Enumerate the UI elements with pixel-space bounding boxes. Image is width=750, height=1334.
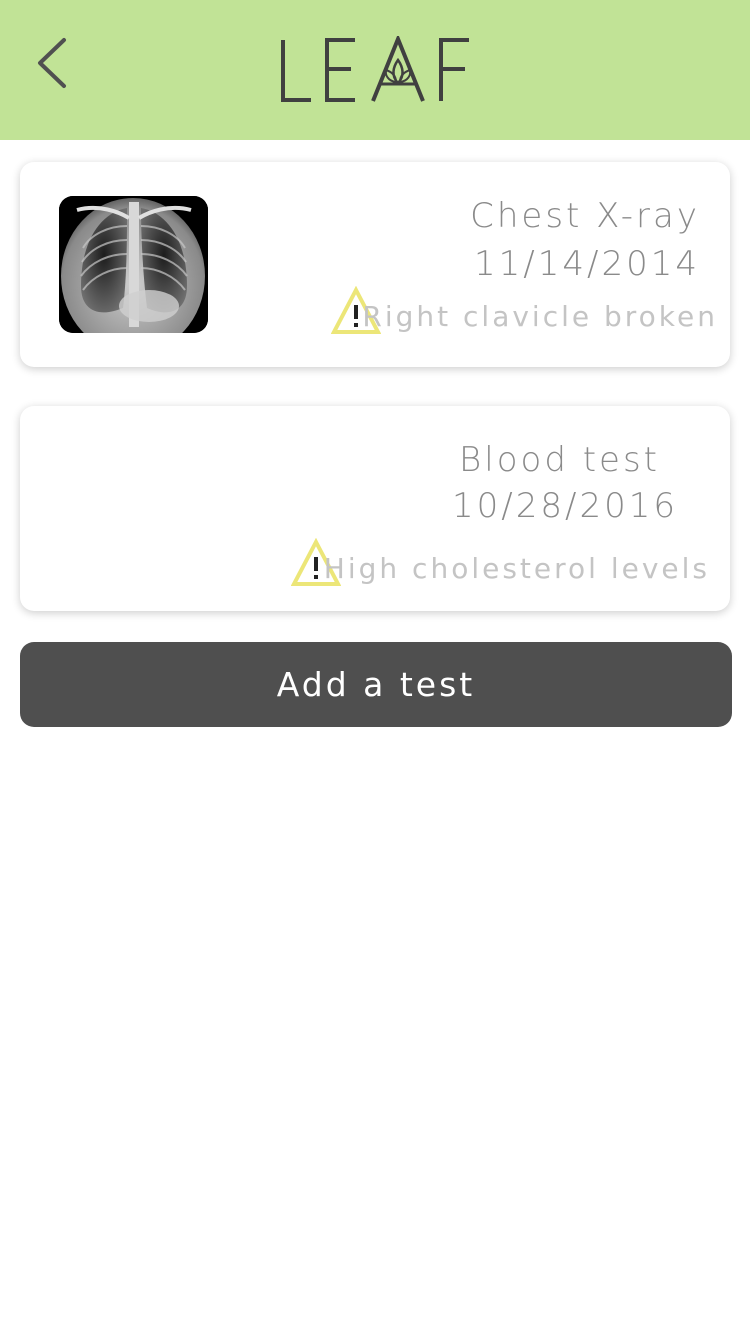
- add-test-button[interactable]: Add a test: [20, 642, 732, 727]
- test-alert: High cholesterol levels: [323, 552, 710, 585]
- test-name: Blood test: [459, 440, 660, 480]
- test-date: 10/28/2016: [452, 486, 678, 526]
- test-name: Chest X-ray: [470, 196, 700, 236]
- back-arrow-icon[interactable]: [28, 30, 78, 100]
- test-alert: Right clavicle broken: [362, 300, 718, 333]
- xray-thumbnail: [59, 196, 208, 333]
- leaf-logo: [281, 36, 469, 102]
- test-date: 11/14/2014: [474, 244, 700, 284]
- test-card-chest-xray[interactable]: Chest X-ray 11/14/2014 Right clavicle br…: [20, 162, 730, 367]
- test-card-blood-test[interactable]: Blood test 10/28/2016 High cholesterol l…: [20, 406, 730, 611]
- app-header: [0, 0, 750, 140]
